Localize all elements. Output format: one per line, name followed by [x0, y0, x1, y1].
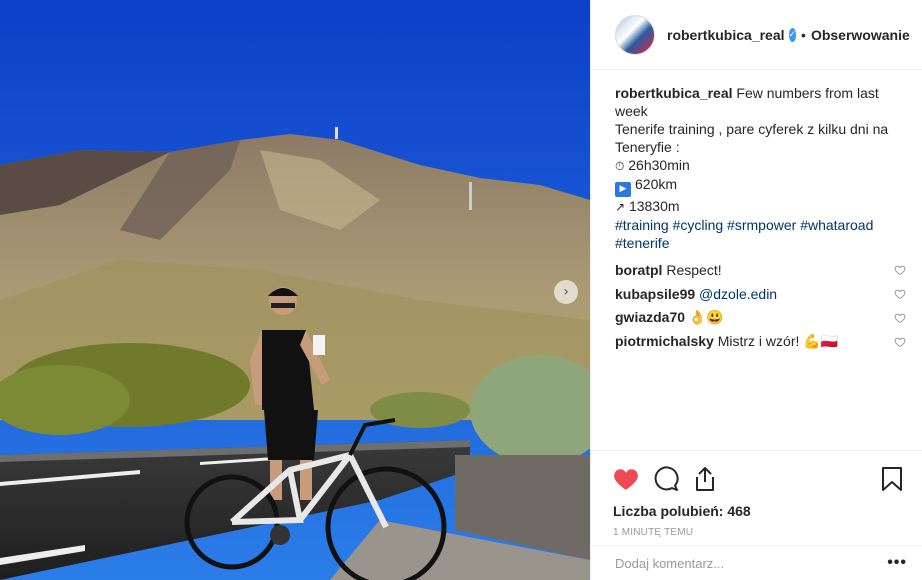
comment-username[interactable]: piotrmichalsky: [615, 333, 714, 349]
save-button[interactable]: [881, 466, 907, 492]
heart-outline-icon[interactable]: [894, 336, 906, 348]
share-icon: [696, 467, 714, 491]
stopwatch-icon: ⏱: [615, 159, 625, 173]
verified-badge-icon: ✓: [788, 27, 797, 42]
stat-time-value: 26h30min: [628, 157, 690, 173]
share-button[interactable]: [693, 466, 719, 492]
post-header: robertkubica_real ✓ • Obserwowanie: [591, 0, 922, 70]
comment-row: piotrmichalsky Mistrz i wzór! 💪🇵🇱: [615, 330, 906, 354]
cyclist-photo: [0, 0, 590, 580]
post-side-panel: robertkubica_real ✓ • Obserwowanie rober…: [590, 0, 922, 580]
comment-button[interactable]: [653, 466, 679, 492]
caption-username[interactable]: robertkubica_real: [615, 85, 733, 101]
heart-outline-icon[interactable]: [894, 288, 906, 300]
hashtags-line-2[interactable]: #tenerife: [615, 234, 906, 252]
next-photo-button[interactable]: ›: [554, 280, 578, 304]
chevron-right-icon: ›: [563, 284, 569, 300]
header-username[interactable]: robertkubica_real: [667, 27, 785, 43]
add-comment-bar: •••: [591, 545, 922, 580]
stat-elevation-value: 13830m: [628, 197, 680, 214]
post-timestamp[interactable]: 1 MINUTĘ TEMU: [613, 527, 907, 538]
comment-row: gwiazda70 👌😃: [615, 306, 906, 330]
comment-username[interactable]: kubapsile99: [615, 286, 695, 302]
post-actions: Liczba polubień: 468 1 MINUTĘ TEMU: [591, 450, 922, 538]
comment-username[interactable]: boratpl: [615, 262, 662, 278]
header-separator: •: [801, 26, 806, 43]
post-photo[interactable]: ›: [0, 0, 590, 580]
instagram-post: › robertkubica_real ✓ • Obserwowanie rob…: [0, 0, 922, 580]
stat-distance-value: 620km: [635, 176, 678, 192]
heart-outline-icon[interactable]: [894, 264, 906, 276]
comment-text[interactable]: @dzole.edin: [699, 286, 777, 302]
comment-row: boratpl Respect!: [615, 258, 906, 282]
likes-count[interactable]: Liczba polubień: 468: [613, 503, 907, 519]
hashtags-line-1[interactable]: #training #cycling #srmpower #whataroad: [615, 216, 906, 234]
stat-elevation: ↗ 13830m: [615, 197, 906, 216]
comment-input[interactable]: [615, 555, 888, 571]
play-button-icon: ▶: [615, 181, 631, 197]
caption-line-2: Tenerife training , pare cyferek z kilku…: [615, 121, 889, 137]
comment-row: kubapsile99 @dzole.edin: [615, 282, 906, 306]
comment-text: Respect!: [666, 261, 722, 278]
caption: robertkubica_real Few numbers from last …: [615, 84, 906, 252]
caption-line-3: Teneryfie :: [615, 139, 680, 155]
stat-time: ⏱ 26h30min: [615, 156, 906, 175]
bookmark-icon: [882, 467, 902, 491]
follow-button[interactable]: Obserwowanie: [811, 27, 910, 43]
comment-text: 👌😃: [688, 309, 724, 325]
arrow-up-right-icon: ↗: [615, 199, 626, 214]
comment-text: Mistrz i wzór! 💪🇵🇱: [717, 333, 839, 349]
heart-outline-icon[interactable]: [894, 312, 906, 324]
heart-filled-icon: [614, 469, 638, 490]
more-options-icon[interactable]: •••: [887, 554, 907, 572]
stat-distance: ▶ 620km: [615, 175, 906, 197]
avatar[interactable]: [615, 14, 655, 55]
action-icons: [613, 459, 907, 499]
comment-username[interactable]: gwiazda70: [615, 309, 685, 325]
like-button[interactable]: [613, 466, 639, 492]
comment-bubble-icon: [654, 466, 679, 491]
comments-section: robertkubica_real Few numbers from last …: [591, 70, 922, 448]
